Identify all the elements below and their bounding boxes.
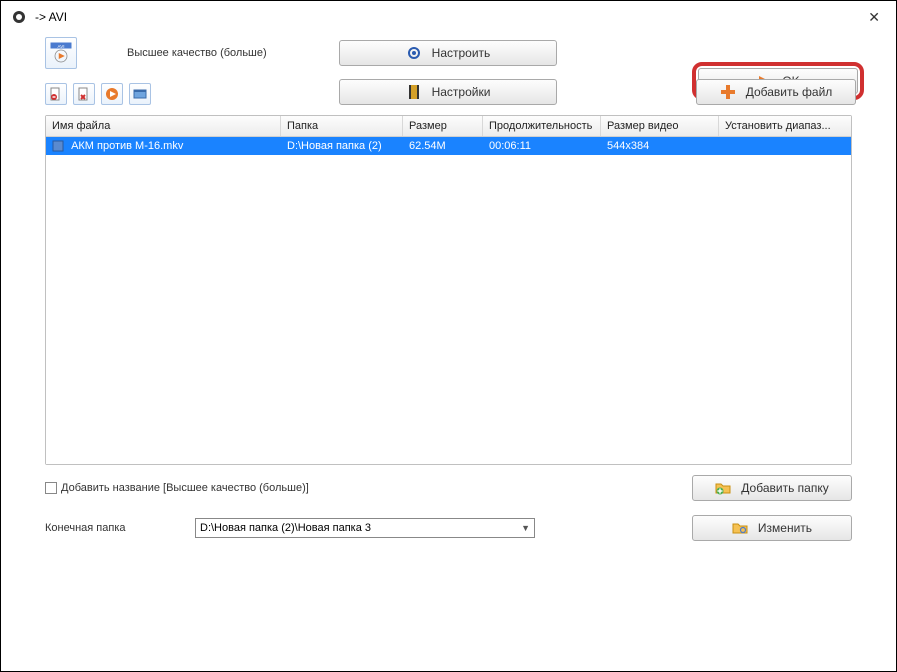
format-avi-icon: AVI: [45, 37, 77, 69]
titlebar: -> AVI ✕: [1, 1, 896, 33]
dest-folder-combo[interactable]: D:\Новая папка (2)\Новая папка 3 ▼: [195, 518, 535, 538]
col-name[interactable]: Имя файла: [46, 116, 281, 136]
add-folder-button[interactable]: Добавить папку: [692, 475, 852, 501]
delete-button[interactable]: [73, 83, 95, 105]
cell-folder: D:\Новая папка (2): [281, 139, 403, 153]
plus-icon: [720, 84, 736, 100]
settings-button[interactable]: Настройки: [339, 79, 557, 105]
app-icon: [11, 9, 27, 25]
col-duration[interactable]: Продолжительность: [483, 116, 601, 136]
dest-folder-value: D:\Новая папка (2)\Новая папка 3: [200, 522, 371, 534]
table-row[interactable]: АКМ против М-16.mkv D:\Новая папка (2) 6…: [46, 137, 851, 155]
add-name-label: Добавить название [Высшее качество (боль…: [61, 482, 309, 494]
table-header: Имя файла Папка Размер Продолжительность…: [46, 116, 851, 137]
video-file-icon: [52, 140, 71, 152]
play-button[interactable]: [101, 83, 123, 105]
folder-plus-icon: [715, 480, 731, 496]
col-video-size[interactable]: Размер видео: [601, 116, 719, 136]
col-range[interactable]: Установить диапаз...: [719, 116, 851, 136]
cell-size: 62.54M: [403, 139, 483, 153]
close-icon[interactable]: ✕: [862, 7, 886, 28]
cell-video-size: 544x384: [601, 139, 719, 153]
quality-label: Высшее качество (больше): [127, 47, 267, 59]
svg-text:AVI: AVI: [58, 44, 65, 49]
window-title: -> AVI: [35, 10, 67, 24]
col-folder[interactable]: Папка: [281, 116, 403, 136]
change-button[interactable]: Изменить: [692, 515, 852, 541]
col-size[interactable]: Размер: [403, 116, 483, 136]
cell-duration: 00:06:11: [483, 139, 601, 153]
gear-icon: [406, 45, 422, 61]
add-name-checkbox[interactable]: [45, 482, 57, 494]
folder-search-icon: [732, 520, 748, 536]
properties-button[interactable]: [129, 83, 151, 105]
configure-button[interactable]: Настроить: [339, 40, 557, 66]
add-file-button[interactable]: Добавить файл: [696, 79, 856, 105]
chevron-down-icon: ▼: [521, 523, 530, 533]
cell-range: [719, 145, 851, 147]
cell-name: АКМ против М-16.mkv: [71, 140, 183, 152]
remove-file-button[interactable]: [45, 83, 67, 105]
film-icon: [406, 84, 422, 100]
file-table: Имя файла Папка Размер Продолжительность…: [45, 115, 852, 465]
dest-folder-label: Конечная папка: [45, 522, 195, 534]
